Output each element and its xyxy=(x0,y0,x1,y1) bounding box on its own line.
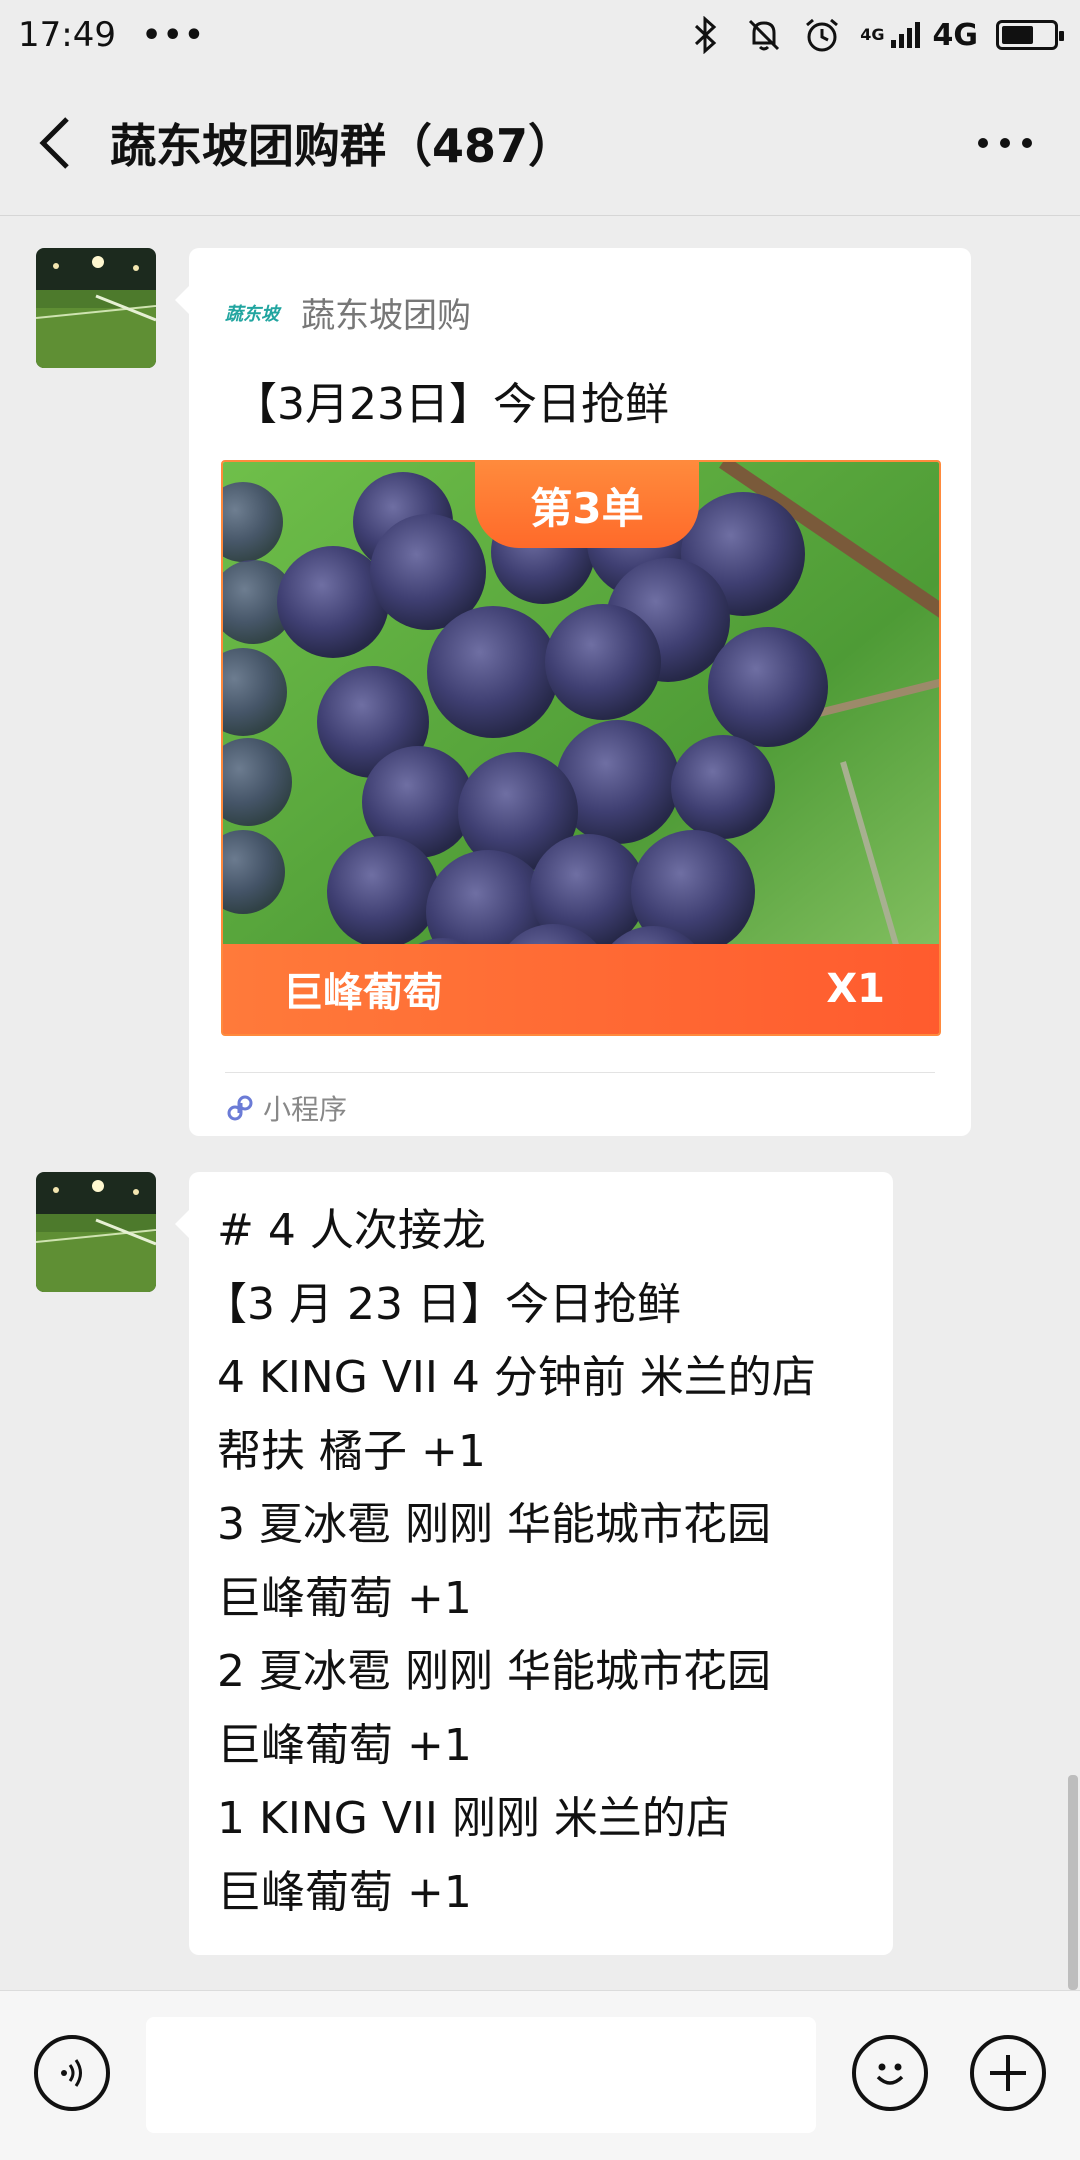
card-title: 【3月23日】今日抢鲜 xyxy=(233,379,669,430)
signal-icon xyxy=(890,22,920,48)
message-line: # 4 人次接龙 xyxy=(217,1205,486,1256)
bluetooth-icon xyxy=(686,15,726,55)
network-label: 4G xyxy=(932,17,979,53)
sender-avatar[interactable] xyxy=(36,1172,156,1292)
message-line: 3 夏冰雹 刚刚 华能城市花园 xyxy=(217,1499,771,1550)
more-notifications-icon: ••• xyxy=(141,17,206,53)
emoji-button[interactable] xyxy=(852,2035,928,2111)
card-source-name: 蔬东坡团购 xyxy=(301,296,471,336)
product-image: 第3单 巨峰葡萄 X1 xyxy=(221,460,941,1036)
text-message-bubble[interactable]: # 4 人次接龙 【3 月 23 日】今日抢鲜 4 KING VII 4 分钟前… xyxy=(175,1172,893,1955)
status-bar: 17:49 ••• 4G 4G xyxy=(0,0,1080,70)
mini-program-label: 小程序 xyxy=(263,1093,348,1126)
message-input[interactable] xyxy=(146,2017,816,2133)
more-dots-icon xyxy=(978,137,1032,148)
card-divider xyxy=(225,1072,935,1073)
product-name: 巨峰葡萄 xyxy=(283,970,443,1016)
chat-header: 蔬东坡团购群（487） xyxy=(0,70,1080,216)
voice-icon xyxy=(61,2059,82,2087)
plus-icon xyxy=(990,2055,1026,2091)
chevron-left-icon xyxy=(39,116,69,169)
more-options-button[interactable] xyxy=(950,70,1060,215)
mini-program-icon xyxy=(227,1095,253,1121)
card-footer: 小程序 xyxy=(225,1088,347,1128)
network-small-label: 4G xyxy=(860,25,885,44)
message-line: 帮扶 橘子 +1 xyxy=(217,1425,486,1477)
status-time: 17:49 xyxy=(18,15,116,55)
message-line: 1 KING VII 刚刚 米兰的店 xyxy=(217,1793,730,1844)
input-bar xyxy=(0,1990,1080,2160)
message-line: 巨峰葡萄 +1 xyxy=(217,1719,472,1771)
smiley-icon xyxy=(876,2063,904,2085)
alarm-clock-icon xyxy=(802,15,842,55)
sender-avatar[interactable] xyxy=(36,248,156,368)
product-quantity: X1 xyxy=(826,966,885,1012)
mute-bell-icon xyxy=(744,15,784,55)
message-line: 【3 月 23 日】今日抢鲜 xyxy=(203,1278,681,1330)
back-button[interactable] xyxy=(0,70,110,215)
message-line: 巨峰葡萄 +1 xyxy=(217,1866,472,1918)
chat-scrollbar[interactable] xyxy=(1068,1775,1078,1990)
card-logo: 蔬东坡 xyxy=(225,303,279,325)
message-line: 巨峰葡萄 +1 xyxy=(217,1572,472,1624)
network-indicator: 4G 4G xyxy=(860,18,978,53)
battery-icon xyxy=(996,20,1064,50)
voice-input-button[interactable] xyxy=(34,2035,110,2111)
message-line: 2 夏冰雹 刚刚 华能城市花园 xyxy=(217,1646,771,1697)
chat-title: 蔬东坡团购群（487） xyxy=(110,118,575,173)
more-functions-button[interactable] xyxy=(970,2035,1046,2111)
order-number-badge: 第3单 xyxy=(475,462,699,548)
product-bar: 巨峰葡萄 X1 xyxy=(223,944,939,1034)
message-line: 4 KING VII 4 分钟前 米兰的店 xyxy=(217,1352,816,1403)
mini-program-card[interactable]: 蔬东坡 蔬东坡团购 【3月23日】今日抢鲜 第3单 巨峰葡萄 X1 小程序 xyxy=(175,248,971,1136)
